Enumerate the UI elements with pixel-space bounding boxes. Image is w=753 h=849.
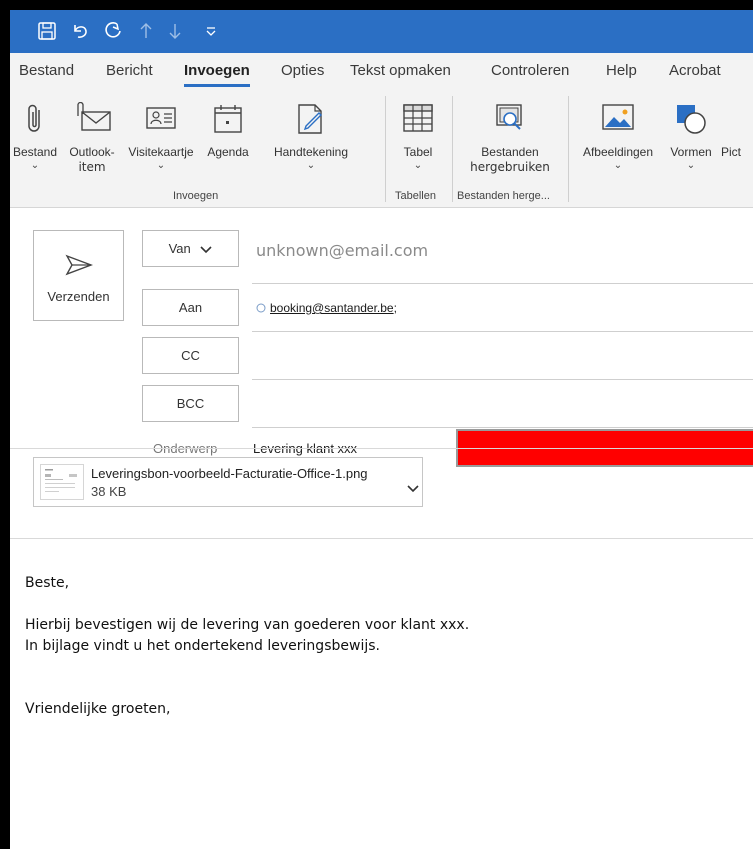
agenda-button[interactable]: Agenda <box>198 92 258 184</box>
tab-bestand[interactable]: Bestand <box>19 62 74 79</box>
bestanden-hergebruiken-label-2: hergebruiken <box>470 160 550 174</box>
outlook-item-label: Outlook- <box>69 145 115 159</box>
tab-help[interactable]: Help <box>606 62 637 79</box>
table-icon <box>402 102 434 138</box>
group-label-tabellen: Tabellen <box>395 190 436 202</box>
chevron-down-icon: ⌄ <box>30 160 40 171</box>
reuse-files-icon <box>493 102 527 140</box>
to-field[interactable]: booking@santander.be; <box>256 301 397 315</box>
cc-button[interactable]: CC <box>142 337 239 374</box>
agenda-label: Agenda <box>207 145 249 159</box>
body-line: In bijlage vindt u het ondertekend lever… <box>25 638 380 654</box>
tab-opties[interactable]: Opties <box>281 62 324 79</box>
bcc-button[interactable]: BCC <box>142 385 239 422</box>
bestanden-hergebruiken-button[interactable]: Bestanden hergebruiken <box>456 92 564 184</box>
calendar-icon <box>212 102 244 140</box>
visitekaartje-button[interactable]: Visitekaartje ⌄ <box>124 92 198 184</box>
divider <box>252 283 753 284</box>
undo-icon[interactable] <box>69 19 91 43</box>
tabel-label: Tabel <box>403 145 433 159</box>
body-closing: Vriendelijke groeten, <box>25 701 171 717</box>
tab-invoegen[interactable]: Invoegen <box>184 62 250 87</box>
shapes-icon <box>674 102 708 140</box>
from-field[interactable]: unknown@email.com <box>256 241 428 260</box>
handtekening-button[interactable]: Handtekening ⌄ <box>258 92 364 184</box>
divider <box>252 379 753 380</box>
group-divider <box>568 96 569 202</box>
down-arrow-icon[interactable] <box>164 19 186 43</box>
divider <box>252 331 753 332</box>
bestand-button[interactable]: Bestand ⌄ <box>10 92 60 184</box>
ribbon-tabs: Bestand Bericht Invoegen Opties Tekst op… <box>10 53 753 92</box>
to-recipient[interactable]: booking@santander.be <box>270 301 394 315</box>
tab-tekst-opmaken[interactable]: Tekst opmaken <box>350 62 451 79</box>
compose-area: Verzenden Van unknown@email.com Aan book… <box>10 208 753 849</box>
from-button[interactable]: Van <box>142 230 239 267</box>
message-body[interactable]: Beste, Hierbij bevestigen wij de leverin… <box>25 573 469 720</box>
attachment-size: 38 KB <box>91 484 127 499</box>
send-icon <box>65 253 93 281</box>
send-label: Verzenden <box>47 289 110 304</box>
group-divider <box>385 96 386 202</box>
vormen-label: Vormen <box>670 145 712 159</box>
envelope-icon <box>70 101 114 140</box>
to-separator: ; <box>393 301 397 315</box>
chevron-down-icon: ⌄ <box>306 160 316 171</box>
presence-icon <box>256 303 266 313</box>
group-label-bestanden-hergebruiken: Bestanden herge... <box>457 190 550 202</box>
bestanden-hergebruiken-label: Bestanden <box>481 145 539 159</box>
redo-icon[interactable] <box>102 19 124 43</box>
group-label-invoegen: Invoegen <box>173 190 219 202</box>
body-line: Hierbij bevestigen wij de levering van g… <box>25 617 470 633</box>
customize-icon[interactable] <box>200 19 222 43</box>
body-greeting: Beste, <box>25 575 70 591</box>
chevron-down-icon <box>200 232 212 267</box>
tab-acrobat[interactable]: Acrobat <box>669 62 721 79</box>
group-divider <box>452 96 453 202</box>
bestand-label: Bestand <box>12 145 58 159</box>
business-card-icon <box>145 102 177 138</box>
attachment-thumbnail-icon <box>40 464 84 500</box>
tab-controleren[interactable]: Controleren <box>491 62 569 79</box>
from-label: Van <box>168 241 191 256</box>
pict-label: Pict <box>721 145 742 159</box>
send-button[interactable]: Verzenden <box>33 230 124 321</box>
vormen-button[interactable]: Vormen ⌄ <box>663 92 719 184</box>
up-arrow-icon[interactable] <box>135 19 157 43</box>
chevron-down-icon: ⌄ <box>613 160 623 171</box>
tabel-button[interactable]: Tabel ⌄ <box>388 92 448 184</box>
ribbon: Bestand ⌄ Outlook- item Visitekaartje ⌄ … <box>10 92 753 208</box>
tab-bericht[interactable]: Bericht <box>106 62 153 79</box>
afbeeldingen-label: Afbeeldingen <box>582 145 654 159</box>
visitekaartje-label: Visitekaartje <box>128 145 194 159</box>
chevron-down-icon: ⌄ <box>413 160 423 171</box>
title-bar <box>10 10 753 53</box>
afbeeldingen-button[interactable]: Afbeeldingen ⌄ <box>573 92 663 184</box>
pictogrammen-button[interactable]: Pict <box>719 92 753 184</box>
chevron-down-icon: ⌄ <box>686 160 696 171</box>
chevron-down-icon: ⌄ <box>156 160 166 171</box>
outlook-item-label-2: item <box>78 160 106 174</box>
divider <box>252 427 753 428</box>
outlook-compose-window: Bestand Bericht Invoegen Opties Tekst op… <box>10 10 753 849</box>
divider <box>10 538 753 539</box>
save-icon[interactable] <box>36 19 58 43</box>
chevron-down-icon[interactable] <box>407 478 419 497</box>
divider <box>10 448 753 449</box>
paperclip-icon <box>24 102 46 140</box>
to-button[interactable]: Aan <box>142 289 239 326</box>
attachment-name: Leveringsbon-voorbeeld-Facturatie-Office… <box>91 466 368 481</box>
signature-icon <box>295 102 327 140</box>
attachment-card[interactable]: Leveringsbon-voorbeeld-Facturatie-Office… <box>33 457 423 507</box>
picture-icon <box>601 102 635 136</box>
handtekening-label: Handtekening <box>273 145 349 159</box>
outlook-item-button[interactable]: Outlook- item <box>60 92 124 184</box>
